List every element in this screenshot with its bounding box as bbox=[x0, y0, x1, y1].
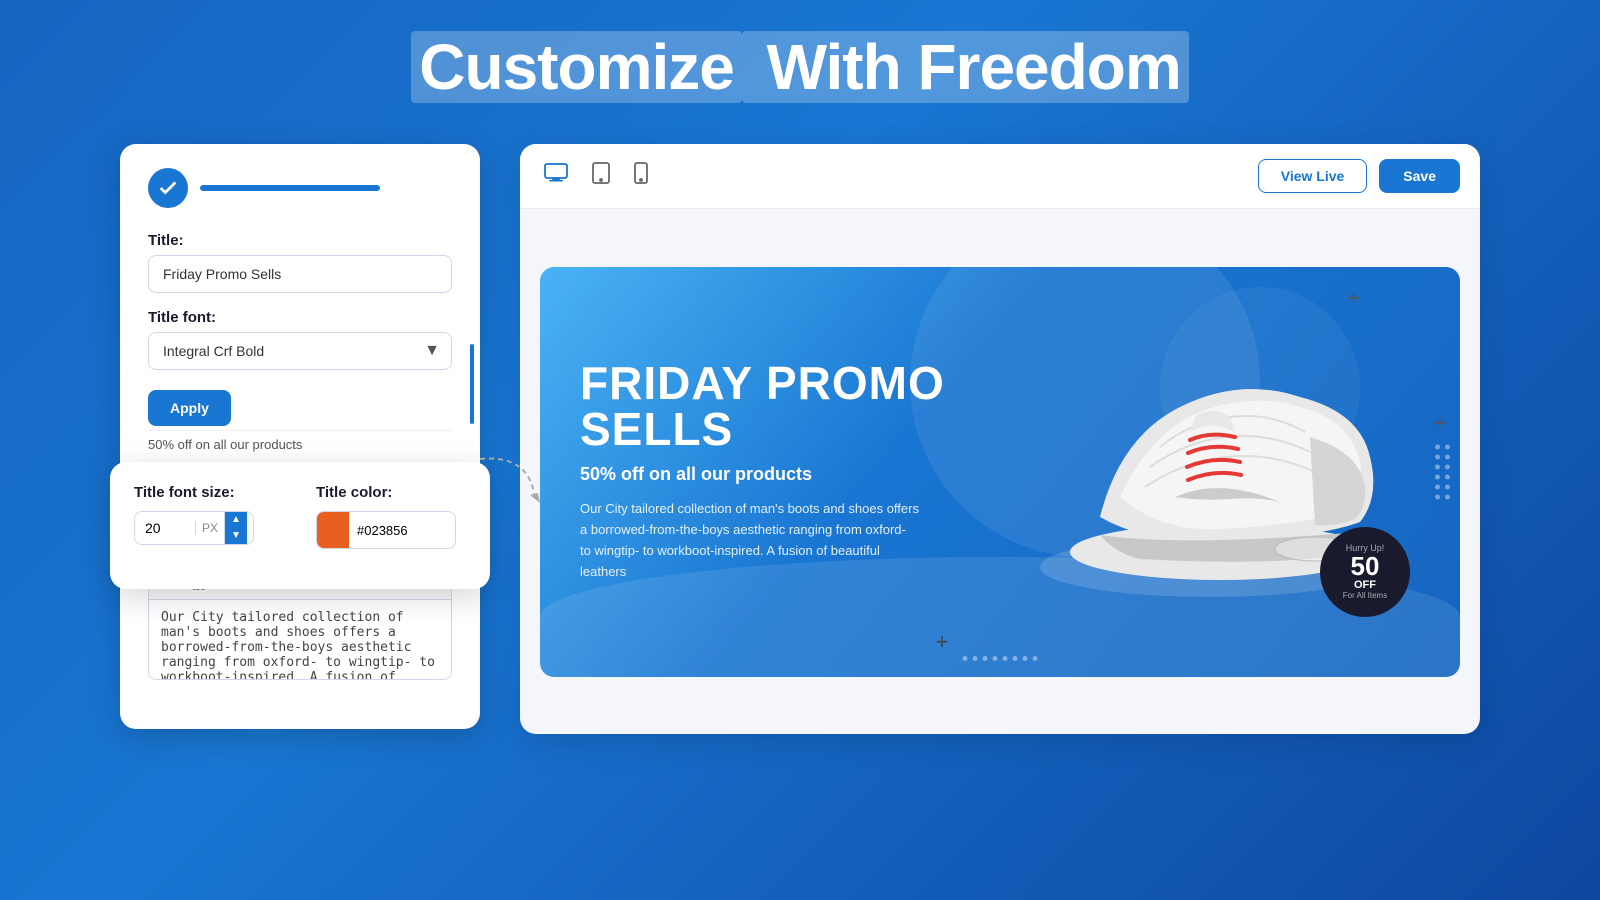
panel-header bbox=[148, 168, 452, 208]
title-field-group: Title: bbox=[148, 232, 452, 293]
banner-subtitle: 50% off on all our products bbox=[580, 464, 1006, 485]
page-title: Customize With Freedom bbox=[411, 30, 1188, 104]
body-text-input[interactable]: Our City tailored collection of man's bo… bbox=[148, 600, 452, 680]
apply-button[interactable]: Apply bbox=[148, 390, 231, 426]
font-size-stepper: ▲ ▼ bbox=[224, 512, 247, 544]
promo-banner: + + + bbox=[540, 267, 1460, 677]
preview-actions-group: View Live Save bbox=[1258, 159, 1460, 193]
font-size-stepper-down[interactable]: ▼ bbox=[225, 528, 247, 544]
badge-off-text: OFF bbox=[1354, 579, 1376, 591]
font-select-wrapper: Integral Crf Bold ▼ bbox=[148, 332, 452, 370]
save-button[interactable]: Save bbox=[1379, 159, 1460, 193]
color-col: Title color: bbox=[316, 484, 466, 549]
view-live-button[interactable]: View Live bbox=[1258, 159, 1368, 193]
banner-text: Our City tailored collection of man's bo… bbox=[580, 499, 920, 582]
title-word1: Customize bbox=[411, 31, 742, 103]
title-word2: With Freedom bbox=[742, 31, 1189, 103]
title-font-group: Title font: Integral Crf Bold ▼ bbox=[148, 309, 452, 370]
badge-percent-text: 50 bbox=[1351, 553, 1380, 579]
desktop-device-button[interactable] bbox=[540, 159, 572, 193]
font-select[interactable]: Integral Crf Bold bbox=[148, 332, 452, 370]
scrollbar-indicator bbox=[470, 344, 474, 424]
plus-icon-top: + bbox=[1347, 285, 1360, 311]
panel-title-bar bbox=[200, 185, 380, 191]
title-label: Title: bbox=[148, 232, 452, 249]
check-icon bbox=[148, 168, 188, 208]
curved-arrow-indicator bbox=[470, 449, 550, 509]
banner-content: FRIDAY PROMO SELLS 50% off on all our pr… bbox=[540, 320, 1046, 622]
tablet-device-button[interactable] bbox=[588, 158, 614, 194]
preview-area: + + + bbox=[520, 209, 1480, 734]
font-size-col: Title font size: PX ▲ ▼ bbox=[134, 484, 284, 549]
banner-dots-right bbox=[1435, 444, 1450, 499]
preview-header: View Live Save bbox=[520, 144, 1480, 209]
unit-px-label: PX bbox=[195, 521, 224, 535]
font-size-input-wrapper: PX ▲ ▼ bbox=[134, 511, 254, 545]
editor-panel: Title: Title font: Integral Crf Bold ▼ A… bbox=[120, 144, 480, 729]
device-icons-group bbox=[540, 158, 652, 194]
discount-badge: Hurry Up! 50 OFF For All Items bbox=[1320, 527, 1410, 617]
plus-icon-bottom: + bbox=[936, 629, 949, 655]
font-size-stepper-up[interactable]: ▲ bbox=[225, 512, 247, 528]
subtitle-preview-text: 50% off on all our products bbox=[148, 430, 452, 458]
badge-items-text: For All Items bbox=[1343, 591, 1387, 600]
font-size-color-row: Title font size: PX ▲ ▼ Title color: bbox=[134, 484, 466, 549]
font-size-col-label: Title font size: bbox=[134, 484, 284, 501]
font-size-input[interactable] bbox=[135, 512, 195, 544]
color-swatch[interactable] bbox=[317, 512, 349, 548]
title-input[interactable] bbox=[148, 255, 452, 293]
mobile-device-button[interactable] bbox=[630, 158, 652, 194]
title-font-label: Title font: bbox=[148, 309, 452, 326]
banner-title: FRIDAY PROMO SELLS bbox=[580, 360, 1006, 452]
color-hex-input[interactable] bbox=[349, 517, 439, 544]
plus-icon-right: + bbox=[1433, 410, 1446, 436]
color-input-wrapper bbox=[316, 511, 456, 549]
floating-settings-card: Title font size: PX ▲ ▼ Title color: bbox=[110, 462, 490, 589]
color-col-label: Title color: bbox=[316, 484, 466, 501]
preview-panel: View Live Save + + + bbox=[520, 144, 1480, 734]
